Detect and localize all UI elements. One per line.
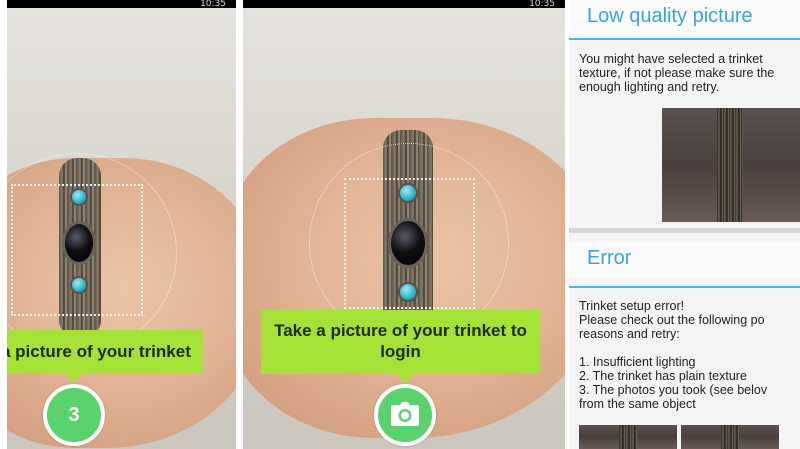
bracelet-thumbnail [619, 425, 637, 449]
countdown-indicator: 3 [43, 384, 105, 446]
photo-thumbnail [579, 425, 677, 449]
error-description: Please check out the following po reason… [579, 313, 765, 341]
status-time: 10:35 [529, 0, 555, 8]
trinket-thumbnail [662, 108, 800, 222]
error-reason-1: 1. Insufficient lighting [579, 355, 696, 369]
photo-thumbnail [681, 425, 779, 449]
error-heading: Trinket setup error! [579, 299, 685, 313]
error-title: Error [569, 242, 800, 278]
instruction-banner: Take a picture of your trinket to login [261, 310, 540, 374]
error-reason-3: 3. The photos you took (see belov from t… [579, 383, 768, 411]
title-divider [569, 38, 800, 40]
error-reason-2: 2. The trinket has plain texture [579, 369, 747, 383]
camera-icon [391, 402, 419, 426]
low-quality-title: Low quality picture [569, 0, 800, 36]
bracelet-thumbnail [721, 425, 739, 449]
screen-countdown: 10:35 a picture of your trinket 3 [7, 0, 236, 449]
title-divider [569, 286, 800, 288]
low-quality-message: You might have selected a trinket textur… [579, 52, 775, 94]
focus-frame [11, 184, 143, 316]
focus-frame [344, 178, 475, 309]
banner-pointer [65, 374, 83, 383]
status-bar: 10:35 [243, 0, 565, 8]
status-bar: 10:35 [7, 0, 236, 8]
status-time: 10:35 [200, 0, 226, 8]
capture-button[interactable] [374, 384, 436, 446]
section-divider [569, 228, 800, 233]
banner-pointer [396, 374, 414, 383]
instruction-banner: a picture of your trinket [7, 330, 203, 374]
screen-dialogs: Low quality picture You might have selec… [569, 0, 800, 449]
camera-preview [7, 8, 236, 449]
screen-login-capture: 10:35 Take a picture of your trinket to … [243, 0, 565, 449]
bracelet-thumbnail [717, 108, 743, 222]
